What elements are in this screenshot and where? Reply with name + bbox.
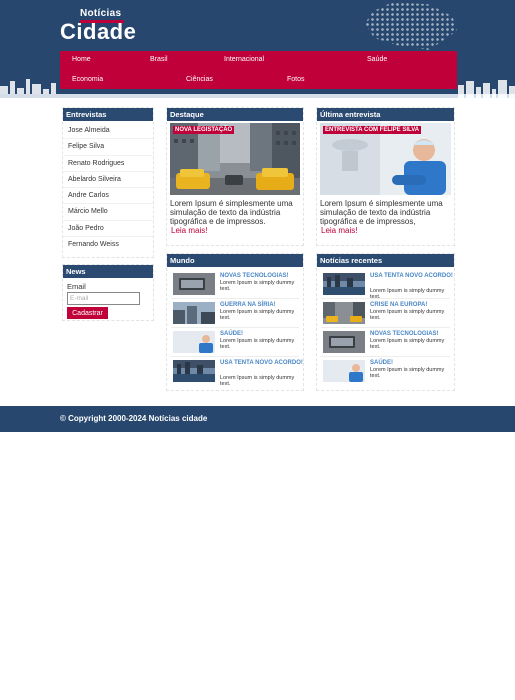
email-field[interactable]: [67, 292, 140, 305]
subscribe-button[interactable]: Cadastrar: [67, 307, 108, 319]
newsletter-panel: News Email Cadastrar: [62, 264, 154, 321]
world-news-item: GUERRA NA SÍRIA! Lorem Ipsum is simply d…: [171, 299, 299, 328]
logo-small-text: Notícias: [80, 8, 122, 19]
nav-item-saude[interactable]: Saúde: [367, 56, 387, 63]
news-snippet: Lorem Ipsum is simply dummy text.: [220, 338, 295, 350]
news-snippet: Lorem Ipsum is simply dummy text.: [220, 280, 295, 292]
featured-image[interactable]: NOVA LEGISTAÇÃO: [170, 123, 300, 195]
newsletter-title: News: [63, 265, 153, 278]
nav-item-brasil[interactable]: Brasil: [150, 56, 168, 63]
interview-item[interactable]: Jose Almeida: [63, 123, 153, 140]
latest-interview-tag: ENTREVISTA COM FELIPE SILVA: [323, 126, 422, 134]
news-title-link[interactable]: USA TENTA NOVO ACORDO!: [220, 359, 306, 367]
site-header: Notícias Cidade Home Brasil Internaciona…: [0, 0, 515, 98]
site-logo[interactable]: Notícias Cidade: [60, 6, 150, 44]
copyright-text: © Copyright 2000-2024 Notícias cidade: [60, 414, 208, 423]
world-title: Mundo: [167, 254, 303, 267]
nav-item-fotos[interactable]: Fotos: [287, 76, 305, 83]
news-thumbnail[interactable]: [323, 360, 365, 382]
nav-item-internacional[interactable]: Internacional: [224, 56, 264, 63]
recent-news-item: USA TENTA NOVO ACORDO! Lorem Ipsum is si…: [321, 270, 453, 300]
logo-big-text: Cidade: [60, 19, 137, 44]
main-nav: Home Brasil Internacional Saúde Economia…: [60, 51, 457, 89]
latest-interview-panel: Última entrevista ENTREVISTA COM FELIPE …: [316, 107, 455, 246]
interview-item[interactable]: Abelardo Silveira: [63, 172, 153, 189]
recent-news-item: CRISE NA EUROPA! Lorem Ipsum is simply d…: [321, 299, 450, 328]
interview-item[interactable]: Renato Rodrigues: [63, 156, 153, 172]
news-thumbnail[interactable]: [173, 273, 215, 295]
news-title-link[interactable]: USA TENTA NOVO ACORDO!: [370, 272, 456, 280]
nav-item-home[interactable]: Home: [72, 56, 91, 63]
interview-item[interactable]: João Pedro: [63, 221, 153, 238]
world-news-item: USA TENTA NOVO ACORDO! Lorem Ipsum is si…: [171, 357, 303, 387]
news-snippet: Lorem Ipsum is simply dummy text.: [370, 309, 445, 321]
news-snippet: Lorem Ipsum is simply dummy text.: [370, 338, 445, 350]
news-title-link[interactable]: GUERRA NA SÍRIA!: [220, 301, 306, 309]
news-snippet: Lorem Ipsum is simply dummy text.: [370, 367, 445, 379]
news-thumbnail[interactable]: [323, 331, 365, 353]
interview-item[interactable]: Fernando Weiss: [63, 237, 153, 253]
interview-item[interactable]: Felipe Silva: [63, 139, 153, 156]
interviews-title: Entrevistas: [63, 108, 153, 121]
recent-news-item: SAÚDE! Lorem Ipsum is simply dummy text.: [321, 357, 450, 386]
latest-interview-title: Última entrevista: [317, 108, 454, 121]
world-panel: Mundo NOVAS TECNOLOGIAS! Lorem Ipsum is …: [166, 253, 304, 391]
news-thumbnail[interactable]: [173, 302, 215, 324]
news-title-link[interactable]: SAÚDE!: [370, 359, 456, 367]
recent-news-panel: Notícias recentes USA TENTA NOVO ACORDO!…: [316, 253, 455, 391]
featured-tag: NOVA LEGISTAÇÃO: [173, 126, 235, 134]
featured-text: Lorem Ipsum é simplesmente uma simulação…: [170, 199, 293, 226]
news-thumbnail[interactable]: [173, 331, 215, 353]
news-title-link[interactable]: NOVAS TECNOLOGIAS!: [220, 272, 306, 280]
email-label: Email: [67, 282, 86, 291]
interviews-panel: Entrevistas Jose Almeida Felipe Silva Re…: [62, 107, 154, 258]
interview-item[interactable]: Márcio Mello: [63, 204, 153, 221]
interview-item[interactable]: Andre Carlos: [63, 188, 153, 205]
featured-panel: Destaque NOVA LEGISTAÇÃO Lorem Ipsum é s…: [166, 107, 304, 246]
featured-title: Destaque: [167, 108, 303, 121]
news-snippet: Lorem Ipsum is simply dummy text.: [220, 375, 295, 387]
news-thumbnail[interactable]: [323, 273, 365, 295]
recent-news-item: NOVAS TECNOLOGIAS! Lorem Ipsum is simply…: [321, 328, 450, 357]
featured-read-more-link[interactable]: Leia mais!: [171, 226, 303, 235]
news-title-link[interactable]: SAÚDE!: [220, 330, 306, 338]
recent-news-title: Notícias recentes: [317, 254, 454, 267]
site-footer: © Copyright 2000-2024 Notícias cidade: [0, 406, 515, 432]
news-thumbnail[interactable]: [173, 360, 215, 382]
latest-interview-image[interactable]: ENTREVISTA COM FELIPE SILVA: [320, 123, 451, 195]
news-snippet: Lorem Ipsum is simply dummy text.: [220, 309, 295, 321]
nav-item-ciencias[interactable]: Ciências: [186, 76, 213, 83]
news-title-link[interactable]: NOVAS TECNOLOGIAS!: [370, 330, 456, 338]
world-map-graphic: [365, 2, 457, 50]
world-news-item: SAÚDE! Lorem Ipsum is simply dummy text.: [171, 328, 299, 357]
world-news-item: NOVAS TECNOLOGIAS! Lorem Ipsum is simply…: [171, 270, 299, 299]
latest-interview-text: Lorem Ipsum é simplesmente uma simulação…: [320, 199, 443, 226]
news-title-link[interactable]: CRISE NA EUROPA!: [370, 301, 456, 309]
latest-interview-read-more-link[interactable]: Leia mais!: [321, 226, 454, 235]
nav-item-economia[interactable]: Economia: [72, 76, 103, 83]
news-thumbnail[interactable]: [323, 302, 365, 324]
